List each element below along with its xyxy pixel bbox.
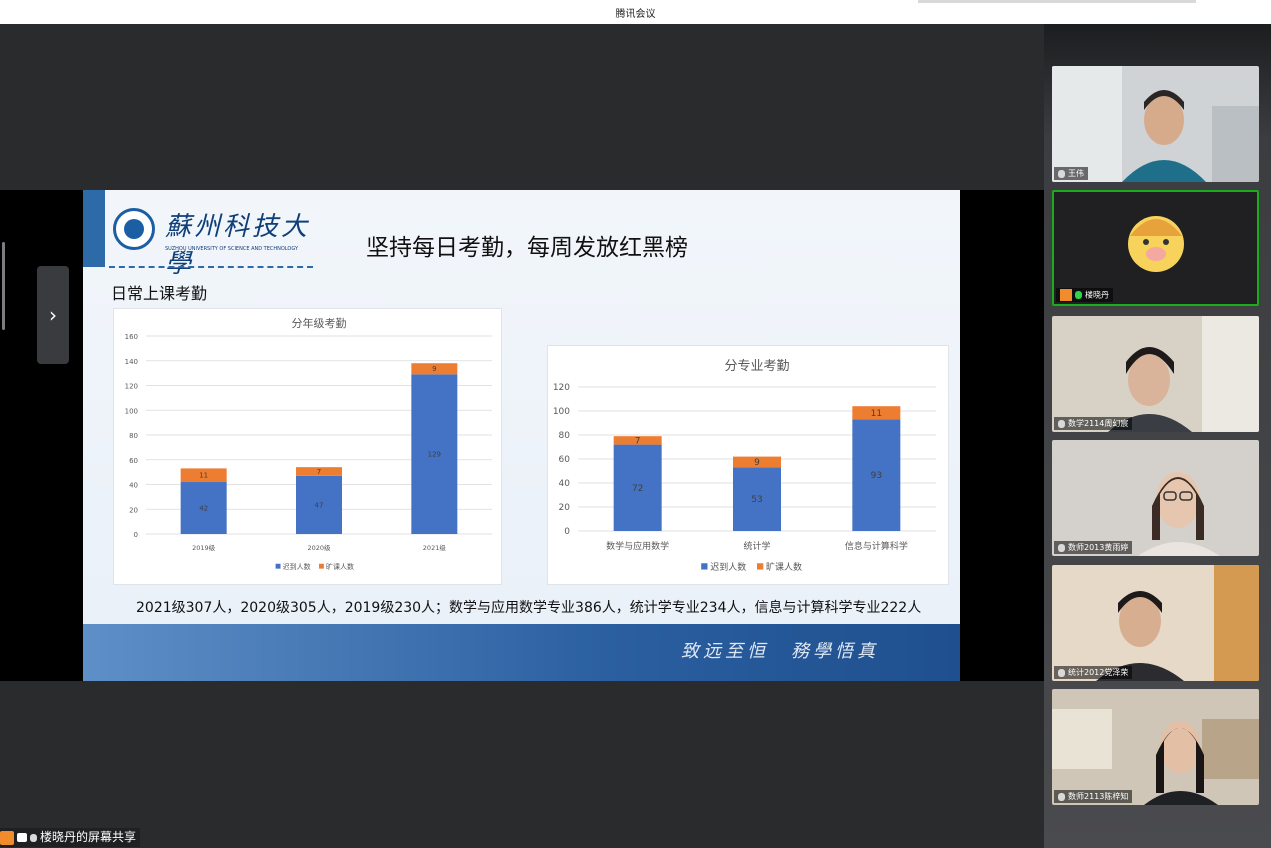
mic-muted-icon [1058, 543, 1065, 552]
y-tick-label: 100 [125, 407, 138, 415]
data-label: 9 [754, 458, 760, 468]
chevron-right-icon: › [49, 303, 57, 327]
x-tick-label: 统计学 [743, 540, 770, 552]
major-attendance-chart-svg: 分专业考勤 0 20 40 60 80 100 120 72 7 数学与应用数学 53 9 统计学 93 11… [553, 359, 936, 573]
mic-muted-icon [1058, 792, 1065, 801]
participant-tile[interactable]: 数师2113陈梓知 [1052, 689, 1259, 805]
data-label: 7 [317, 468, 321, 476]
host-icon [0, 830, 14, 845]
data-label: 129 [428, 451, 441, 459]
university-name-en: SUZHOU UNIVERSITY OF SCIENCE AND TECHNOL… [165, 246, 299, 252]
x-tick-label: 2021级 [423, 543, 447, 552]
screen-share-icon [17, 833, 27, 842]
slide-title: 坚持每日考勤，每周发放红黑榜 [366, 235, 688, 261]
y-tick-label: 60 [129, 457, 138, 465]
chart-title: 分专业考勤 [724, 359, 789, 374]
legend-swatch [319, 563, 324, 569]
header-divider [109, 266, 313, 268]
participant-video [1052, 689, 1259, 805]
y-tick-label: 0 [564, 527, 570, 537]
y-tick-label: 0 [134, 531, 138, 539]
x-tick-label: 数学与应用数学 [606, 540, 669, 552]
y-tick-label: 60 [559, 455, 571, 465]
data-label: 72 [632, 484, 643, 494]
participant-video [1052, 565, 1259, 681]
mic-on-icon [1075, 291, 1082, 299]
participant-tile[interactable]: 统计2012党泽荣 [1052, 565, 1259, 681]
y-tick-label: 40 [129, 482, 138, 490]
participant-video [1052, 440, 1259, 556]
participant-name: 楼晓丹 [1085, 290, 1109, 300]
major-attendance-chart: 分专业考勤 0 20 40 60 80 100 120 72 7 数学与应用数学 53 9 统计学 93 11… [547, 345, 949, 585]
section-title: 日常上课考勤 [111, 284, 208, 303]
screen-share-indicator[interactable]: 楼晓丹的屏幕共享 [0, 828, 141, 847]
legend-swatch [757, 563, 764, 570]
participant-video [1052, 66, 1259, 182]
x-tick-label: 信息与计算科学 [845, 540, 908, 552]
expand-panel-button[interactable]: › [37, 266, 69, 364]
legend-label: 迟到人数 [710, 561, 746, 573]
legend-swatch [275, 563, 281, 569]
mic-muted-icon [1058, 668, 1065, 677]
participant-name: 统计2012党泽荣 [1068, 668, 1129, 677]
legend-label: 旷课人数 [766, 561, 802, 573]
y-tick-label: 100 [553, 407, 570, 417]
participant-name: 王伟 [1068, 169, 1084, 178]
chart-title: 分年级考勤 [292, 316, 347, 330]
data-label: 9 [432, 365, 436, 373]
grade-attendance-chart-svg: 分年级考勤 0 20 40 60 80 100 120 140 160 42 11 2019级 47 7 20… [125, 316, 492, 571]
grade-attendance-chart: 分年级考勤 0 20 40 60 80 100 120 140 160 42 11 2019级 47 7 20… [113, 308, 502, 585]
host-icon [1060, 289, 1072, 301]
mic-muted-icon [1058, 419, 1065, 428]
screen-share-label: 楼晓丹的屏幕共享 [40, 830, 137, 844]
y-tick-label: 160 [125, 333, 138, 341]
university-name-cn: 蘇州科技大學 [165, 212, 311, 279]
x-tick-label: 2020级 [307, 543, 331, 552]
participant-name: 数学2114周幻宸 [1068, 419, 1129, 428]
mic-icon [30, 833, 37, 842]
slide-accent-stripe [83, 190, 105, 267]
y-tick-label: 120 [125, 383, 138, 391]
y-tick-label: 20 [129, 506, 138, 514]
legend-swatch [701, 563, 708, 570]
university-seal-icon [113, 208, 155, 250]
data-label: 53 [751, 495, 762, 505]
participant-tile[interactable]: 楼晓丹 [1052, 190, 1259, 306]
y-tick-label: 80 [129, 432, 138, 440]
title-bar: 腾讯会议 [0, 0, 1271, 24]
data-label: 93 [871, 471, 882, 481]
slide-footer-banner: 致远至恒 務學悟真 [83, 624, 960, 681]
data-label: 42 [199, 504, 208, 512]
university-motto: 致远至恒 務學悟真 [681, 641, 879, 662]
data-label: 47 [315, 501, 324, 509]
participant-tile[interactable]: 数师2013黄雨婷 [1052, 440, 1259, 556]
y-tick-label: 120 [553, 383, 570, 393]
title-bar-strip [918, 0, 1196, 3]
x-tick-label: 2019级 [192, 543, 216, 552]
y-tick-label: 140 [125, 358, 138, 366]
y-tick-label: 20 [559, 503, 571, 513]
presentation-slide: 蘇州科技大學 SUZHOU UNIVERSITY OF SCIENCE AND … [83, 190, 960, 681]
y-tick-label: 40 [559, 479, 571, 489]
mic-muted-icon [1058, 169, 1065, 178]
participant-tile[interactable]: 王伟 [1052, 66, 1259, 182]
participant-video [1052, 316, 1259, 432]
participant-tile[interactable]: 数学2114周幻宸 [1052, 316, 1259, 432]
legend-label: 迟到人数 [283, 562, 311, 571]
participant-name: 数师2013黄雨婷 [1068, 543, 1129, 552]
university-logo: 蘇州科技大學 SUZHOU UNIVERSITY OF SCIENCE AND … [109, 204, 319, 279]
y-tick-label: 80 [559, 431, 571, 441]
enrollment-summary: 2021级307人，2020级305人，2019级230人；数学与应用数学专业3… [136, 600, 922, 616]
data-label: 7 [635, 436, 641, 446]
data-label: 11 [871, 409, 882, 419]
scroll-handle[interactable] [2, 242, 5, 330]
legend-label: 旷课人数 [326, 562, 354, 571]
participant-name: 数师2113陈梓知 [1068, 792, 1129, 801]
app-title: 腾讯会议 [615, 9, 656, 20]
data-label: 11 [199, 472, 208, 480]
